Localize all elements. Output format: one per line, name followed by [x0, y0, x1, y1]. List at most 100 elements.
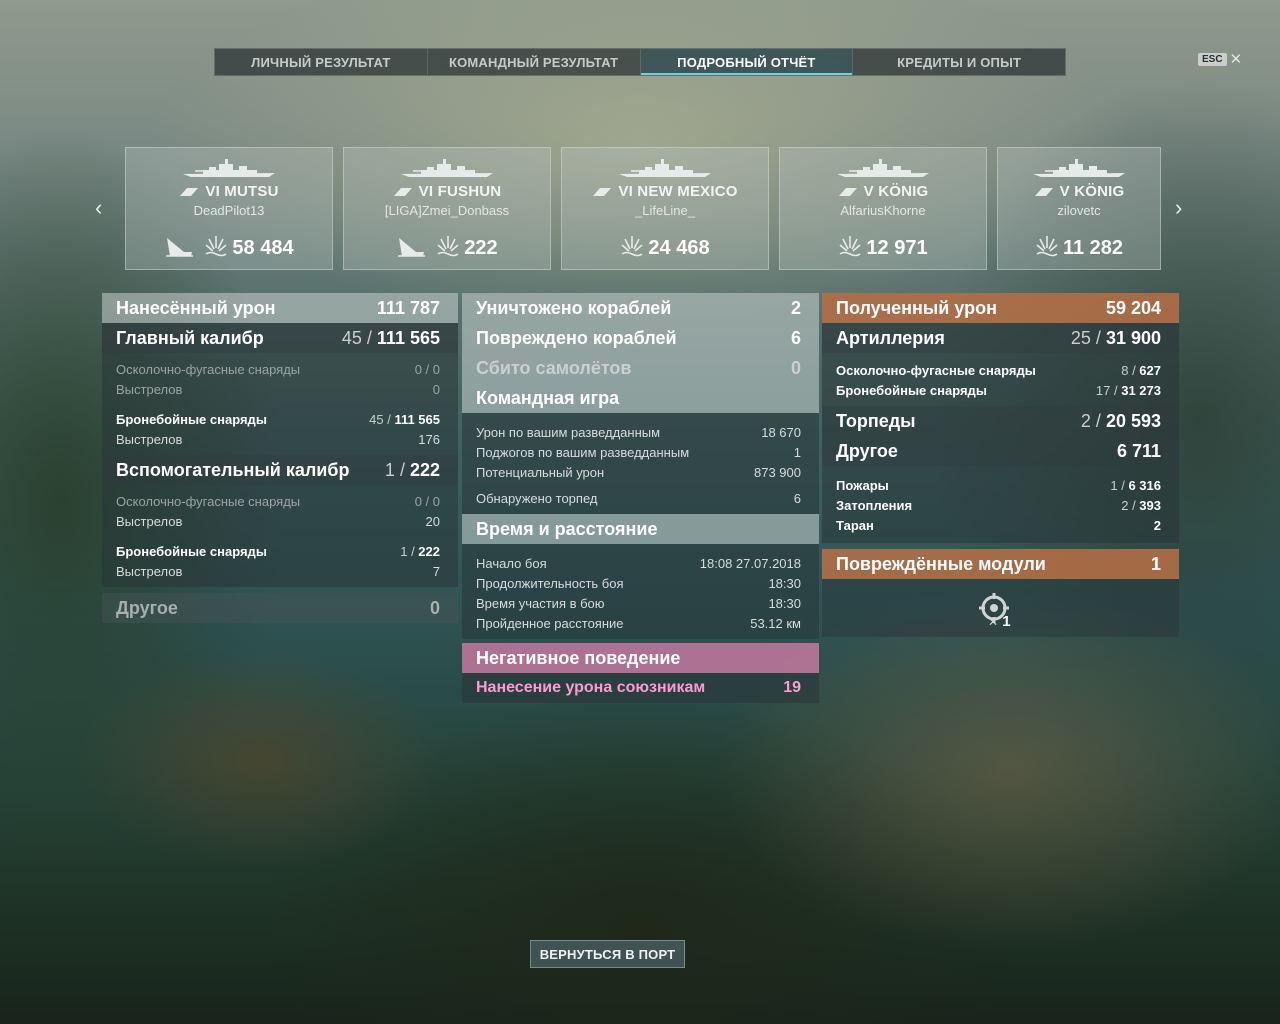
- planes-shot-row: Сбито самолётов 0: [462, 353, 819, 383]
- main-battery-details: Осколочно-фугасные снаряды 0 / 0 Выстрел…: [102, 353, 458, 455]
- damage-burst-icon: [620, 234, 644, 263]
- main-ap-shots-row: Выстрелов 176: [116, 431, 440, 447]
- close-icon: ✕: [1229, 51, 1243, 68]
- ship-card: V KÖNIG AlfariusKhorne 12 971: [779, 147, 987, 270]
- damage-burst-icon: [838, 234, 862, 263]
- time-distance-header: Время и расстояние: [462, 514, 819, 544]
- main-he-row: Осколочно-фугасные снаряды 0 / 0: [116, 361, 440, 377]
- team-damage-row: Нанесение урона союзникам 19: [462, 673, 819, 703]
- distance-row: Пройденное расстояние 53.12 км: [476, 615, 801, 631]
- time-distance-details: Начало боя 18:08 27.07.2018 Продолжительн…: [462, 544, 819, 639]
- player-name: [LIGA]Zmei_Donbass: [384, 203, 510, 218]
- damage-value: 11 282: [1062, 237, 1124, 259]
- tab-credits-xp[interactable]: КРЕДИТЫ И ОПЫТ: [853, 49, 1065, 75]
- received-ap-row: Бронебойные снаряды 17 / 31 273: [836, 382, 1161, 398]
- damage-stat: 12 971: [838, 234, 928, 263]
- ship-name: VI FUSHUN: [344, 183, 550, 200]
- received-other-row: Другое 6 711: [822, 436, 1179, 466]
- ship-card: VI MUTSU DeadPilot13 58 484: [125, 147, 333, 270]
- ship-card: V KÖNIG zilovetc 11 282: [997, 147, 1161, 270]
- ship-silhouette-icon: [1031, 158, 1127, 180]
- destroyed-ship-icon: [396, 234, 426, 263]
- sec-he-shots-row: Выстрелов 20: [116, 513, 440, 529]
- other-damage-row: Другое 0: [102, 593, 458, 623]
- artillery-details: Осколочно-фугасные снаряды 8 / 627 Броне…: [822, 353, 1179, 406]
- carousel-prev-arrow-icon[interactable]: ‹: [95, 196, 102, 220]
- potential-damage-row: Потенциальный урон 873 900: [476, 464, 801, 480]
- received-he-row: Осколочно-фугасные снаряды 8 / 627: [836, 362, 1161, 378]
- sec-he-row: Осколочно-фугасные снаряды 0 / 0: [116, 493, 440, 509]
- spotted-damage-row: Урон по вашим разведданным 18 670: [476, 424, 801, 440]
- ship-silhouette-icon: [617, 158, 713, 180]
- main-ap-row: Бронебойные снаряды 45 / 111 565: [116, 411, 440, 427]
- esc-key-label: ESC: [1198, 53, 1227, 66]
- dealt-damage-panel: Нанесённый урон 111 787 Главный калибр 4…: [102, 293, 458, 623]
- damage-value: 12 971: [866, 237, 928, 259]
- ship-stats: 24 468: [562, 234, 768, 263]
- ship-class-icon: [179, 183, 205, 200]
- ship-silhouette-icon: [181, 158, 277, 180]
- main-he-shots-row: Выстрелов 0: [116, 381, 440, 397]
- sec-ap-shots-row: Выстрелов 7: [116, 563, 440, 579]
- ships-destroyed-row: Уничтожено кораблей 2: [462, 293, 819, 323]
- floods-row: Затопления 2 / 393: [836, 497, 1161, 513]
- secondary-battery-details: Осколочно-фугасные снаряды 0 / 0 Выстрел…: [102, 485, 458, 587]
- ship-stats: 222: [344, 234, 550, 263]
- close-button[interactable]: ESC ✕: [1198, 52, 1242, 67]
- damage-burst-icon: [1035, 234, 1059, 263]
- fires-row: Пожары 1 / 6 316: [836, 477, 1161, 493]
- received-other-details: Пожары 1 / 6 316 Затопления 2 / 393 Тара…: [822, 466, 1179, 543]
- result-tabs: ЛИЧНЫЙ РЕЗУЛЬТАТ КОМАНДНЫЙ РЕЗУЛЬТАТ ПОД…: [214, 48, 1066, 76]
- ship-class-icon: [393, 183, 419, 200]
- damage-value: 58 484: [232, 237, 294, 259]
- sec-ap-row: Бронебойные снаряды 1 / 222: [116, 543, 440, 559]
- damage-stat: 11 282: [1035, 234, 1123, 263]
- tab-team-result[interactable]: КОМАНДНЫЙ РЕЗУЛЬТАТ: [428, 49, 641, 75]
- damaged-modules-header: Повреждённые модули 1: [822, 549, 1179, 579]
- received-damage-header: Полученный урон 59 204: [822, 293, 1179, 323]
- return-to-port-button[interactable]: ВЕРНУТЬСЯ В ПОРТ: [530, 940, 685, 968]
- artillery-row: Артиллерия 25 / 31 900: [822, 323, 1179, 353]
- ship-card: VI FUSHUN [LIGA]Zmei_Donbass 222: [343, 147, 551, 270]
- middle-stats-panel: Уничтожено кораблей 2 Повреждено кораблей…: [462, 293, 819, 703]
- negative-behavior-header: Негативное поведение: [462, 643, 819, 673]
- spotted-fires-row: Поджогов по вашим разведданным 1: [476, 444, 801, 460]
- ship-name: V KÖNIG: [998, 183, 1160, 200]
- damage-burst-icon: [204, 234, 228, 263]
- tab-personal-result[interactable]: ЛИЧНЫЙ РЕЗУЛЬТАТ: [215, 49, 428, 75]
- ship-name: VI MUTSU: [126, 183, 332, 200]
- ship-silhouette-icon: [835, 158, 931, 180]
- tab-detailed-report[interactable]: ПОДРОБНЫЙ ОТЧЁТ: [640, 49, 854, 75]
- torpedoes-row: Торпеды 2 / 20 593: [822, 406, 1179, 436]
- ships-damaged-row: Повреждено кораблей 6: [462, 323, 819, 353]
- ship-class-icon: [592, 183, 618, 200]
- battle-start-row: Начало боя 18:08 27.07.2018: [476, 555, 801, 571]
- player-name: _LifeLine_: [635, 203, 695, 218]
- torpedoes-spotted-row: Обнаружено торпед 6: [476, 490, 801, 506]
- damage-stat: 24 468: [620, 234, 710, 263]
- teamplay-details: Урон по вашим разведданным 18 670 Поджого…: [462, 413, 819, 514]
- carousel-next-arrow-icon[interactable]: ›: [1175, 196, 1182, 220]
- ship-silhouette-icon: [399, 158, 495, 180]
- teamplay-header: Командная игра: [462, 383, 819, 413]
- dealt-damage-header: Нанесённый урон 111 787: [102, 293, 458, 323]
- ship-name: VI NEW MEXICO: [562, 183, 768, 200]
- ship-stats: 58 484: [126, 234, 332, 263]
- destroyed-ship-icon: [164, 234, 194, 263]
- damaged-modules-area: ✕ 1: [822, 579, 1179, 637]
- damage-value: 222: [464, 237, 498, 259]
- main-battery-row: Главный калибр 45 / 111 565: [102, 323, 458, 353]
- ram-row: Таран 2: [836, 517, 1161, 533]
- player-name: zilovetc: [1057, 203, 1101, 218]
- ship-name: V KÖNIG: [780, 183, 986, 200]
- module-count: ✕ 1: [988, 613, 1011, 630]
- damage-stat: 222: [436, 234, 498, 263]
- participation-time-row: Время участия в бою 18:30: [476, 595, 801, 611]
- ship-class-icon: [838, 183, 864, 200]
- damage-burst-icon: [436, 234, 460, 263]
- ship-card: VI NEW MEXICO _LifeLine_ 24 468: [561, 147, 769, 270]
- received-damage-panel: Полученный урон 59 204 Артиллерия 25 / 31…: [822, 293, 1179, 637]
- ship-stats: 11 282: [998, 234, 1160, 263]
- battle-duration-row: Продолжительность боя 18:30: [476, 575, 801, 591]
- damage-value: 24 468: [648, 237, 710, 259]
